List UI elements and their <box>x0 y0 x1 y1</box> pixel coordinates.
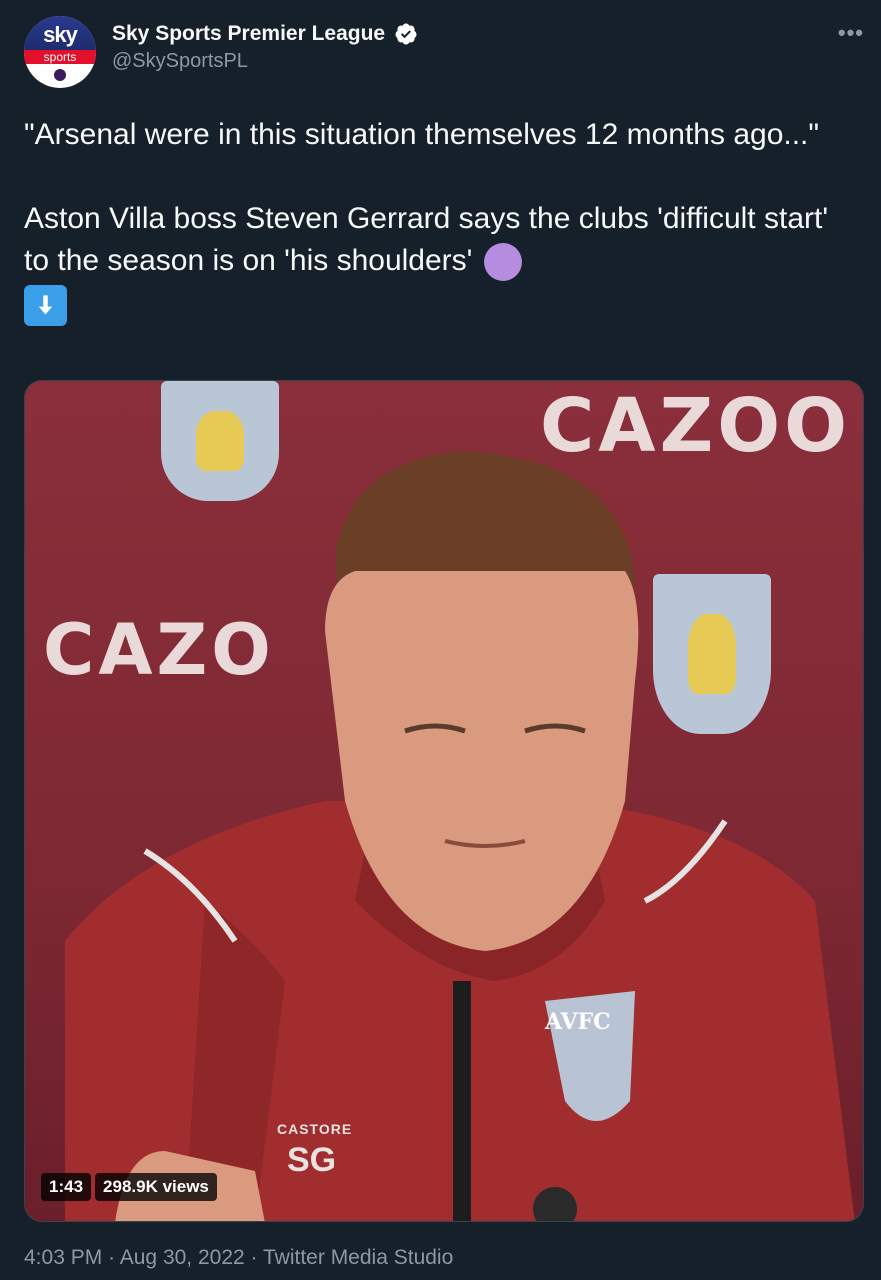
down-arrow-icon <box>24 284 67 326</box>
tweet-arrow-line <box>24 282 854 326</box>
name-block: Sky Sports Premier League @SkySportsPL <box>112 22 418 73</box>
gerrard-figure <box>65 451 855 1221</box>
video-duration: 1:43 <box>41 1173 92 1201</box>
tweet-time[interactable]: 4:03 PM <box>24 1246 102 1269</box>
kit-brand-text: CASTORE <box>277 1121 353 1137</box>
verified-badge-icon <box>395 23 417 45</box>
video-views: 298.9K views <box>95 1173 217 1201</box>
tweet-body: Aston Villa boss Steven Gerrard says the… <box>24 198 854 282</box>
handle[interactable]: @SkySportsPL <box>112 50 418 73</box>
meta-separator: · <box>250 1246 258 1269</box>
tweet-quote: "Arsenal were in this situation themselv… <box>24 118 820 151</box>
tweet-text: "Arsenal were in this situation themselv… <box>24 114 854 326</box>
premier-league-icon <box>54 69 66 81</box>
tweet-date[interactable]: Aug 30, 2022 <box>120 1246 245 1269</box>
tweet-header: sky sports Sky Sports Premier League @Sk… <box>24 16 864 92</box>
tweet-meta: 4:03 PM · Aug 30, 2022 · Twitter Media S… <box>24 1246 453 1270</box>
crest-text: AVFC <box>545 1009 611 1035</box>
display-name[interactable]: Sky Sports Premier League <box>112 22 385 46</box>
video-media[interactable]: CAZOO CAZO AVFC CASTORE SG 1:43 298.9K vi… <box>24 380 864 1222</box>
meta-separator: · <box>108 1246 116 1269</box>
kit-initials-text: SG <box>287 1141 337 1179</box>
avatar-sky-text: sky <box>43 22 78 47</box>
avatar-sports-text: sports <box>43 50 77 64</box>
avatar[interactable]: sky sports <box>24 16 96 88</box>
tweet-body-text: Aston Villa boss Steven Gerrard says the… <box>24 202 829 277</box>
video-stats: 1:43 298.9K views <box>41 1173 221 1201</box>
more-options-icon[interactable]: ••• <box>838 20 864 46</box>
tweet-source[interactable]: Twitter Media Studio <box>263 1246 453 1269</box>
purple-circle-icon <box>484 243 523 282</box>
